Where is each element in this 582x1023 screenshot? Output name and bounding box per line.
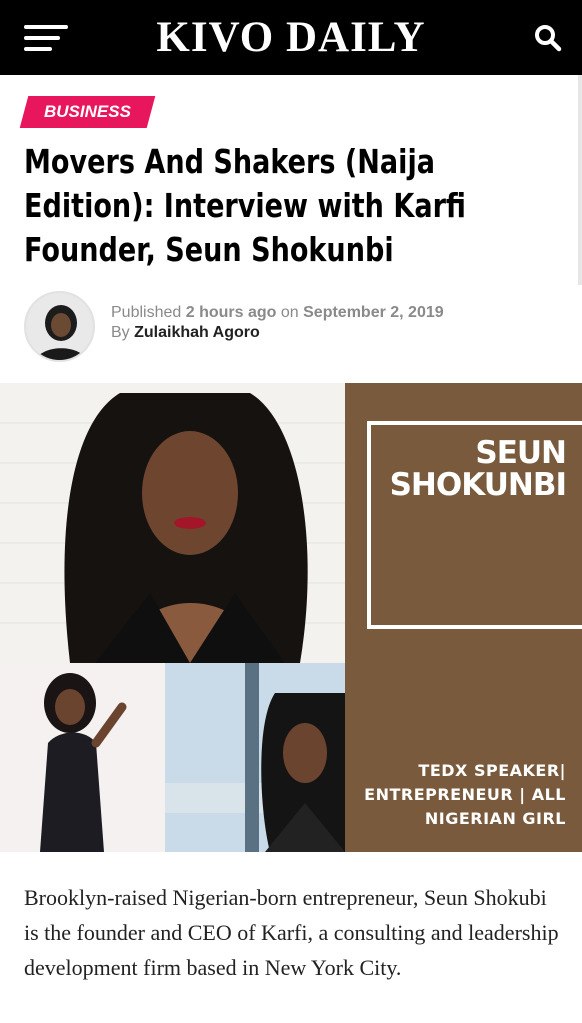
search-icon[interactable]	[532, 22, 564, 54]
category-badge[interactable]: BUSINESS	[19, 96, 156, 128]
featured-tagline: TEDX SPEAKER| ENTREPRENEUR | ALL NIGERIA…	[364, 761, 566, 828]
publish-info: Published 2 hours ago on September 2, 20…	[111, 304, 444, 322]
article-intro: Brooklyn-raised Nigerian-born entreprene…	[24, 885, 559, 980]
on-word: on	[280, 304, 299, 321]
published-prefix: Published	[111, 304, 182, 321]
author-avatar[interactable]	[24, 291, 95, 362]
portrait-photo	[0, 383, 345, 663]
feature-image[interactable]: SEUN SHOKUNBI TEDX SPEAKER| ENTREPRENEUR…	[0, 383, 582, 852]
full-length-photo	[0, 663, 165, 852]
window-photo	[165, 663, 345, 852]
relative-time: 2 hours ago	[185, 304, 277, 321]
scrollbar[interactable]	[578, 75, 582, 285]
top-nav-bar: KIVO DAILY	[0, 0, 582, 75]
by-word: By	[111, 324, 130, 341]
article-title: Movers And Shakers (Naija Edition): Inte…	[24, 142, 466, 269]
featured-name: SEUN SHOKUNBI	[389, 435, 567, 503]
author-link[interactable]: Zulaikhah Agoro	[134, 324, 260, 341]
category-label: BUSINESS	[44, 102, 131, 121]
site-logo[interactable]: KIVO DAILY	[0, 12, 582, 64]
author-byline: By Zulaikhah Agoro	[111, 324, 260, 342]
name-panel: SEUN SHOKUNBI TEDX SPEAKER| ENTREPRENEUR…	[345, 383, 582, 852]
publish-date: September 2, 2019	[303, 304, 444, 321]
